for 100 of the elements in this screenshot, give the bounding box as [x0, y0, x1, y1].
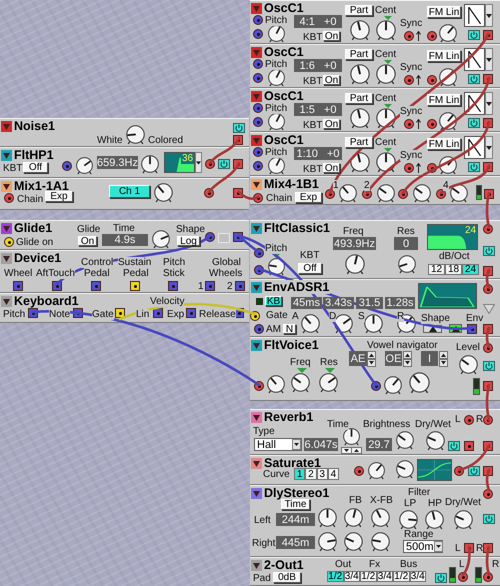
toggle-button[interactable]: Part	[345, 137, 373, 148]
knob[interactable]	[349, 151, 371, 173]
collapse-triangle-icon[interactable]	[251, 488, 262, 499]
input-jack[interactable]	[253, 103, 263, 113]
dropdown-field[interactable]: Hall	[254, 438, 302, 451]
knob[interactable]	[458, 354, 479, 375]
input-jack[interactable]	[253, 15, 263, 25]
segment-button[interactable]: 1/2	[327, 571, 344, 582]
knob[interactable]	[425, 430, 446, 451]
input-jack[interactable]	[404, 75, 414, 85]
input-jack[interactable]	[354, 466, 364, 476]
knob[interactable]	[453, 509, 474, 530]
power-button[interactable]	[218, 159, 230, 169]
input-jack[interactable]	[404, 31, 414, 41]
power-button[interactable]	[468, 162, 480, 172]
segment-button[interactable]: 3/4	[344, 571, 360, 582]
knob[interactable]	[438, 23, 458, 43]
knob[interactable]	[397, 254, 417, 274]
input-jack[interactable]	[253, 161, 263, 171]
knob[interactable]	[342, 427, 361, 446]
knob[interactable]	[367, 461, 386, 480]
knob[interactable]	[424, 509, 445, 530]
knob[interactable]	[395, 459, 415, 479]
knob[interactable]	[290, 372, 311, 393]
input-jack[interactable]	[254, 324, 264, 334]
knob[interactable]	[343, 507, 364, 528]
spinner-control[interactable]	[439, 351, 448, 367]
knob[interactable]	[140, 154, 160, 174]
knob[interactable]	[375, 63, 397, 85]
output-jack[interactable]	[115, 308, 125, 318]
spinner-control[interactable]	[403, 351, 412, 367]
knob[interactable]	[267, 112, 286, 131]
input-jack[interactable]	[4, 193, 14, 203]
knob[interactable]	[376, 183, 396, 203]
knob[interactable]	[338, 183, 358, 203]
knob[interactable]	[383, 375, 403, 395]
toggle-button[interactable]: KB	[265, 296, 282, 306]
toggle-button[interactable]: N	[283, 324, 296, 334]
toggle-button[interactable]: On	[323, 31, 340, 41]
toggle-button[interactable]: Part	[345, 93, 373, 104]
input-jack[interactable]	[427, 75, 437, 85]
knob[interactable]	[375, 151, 397, 173]
collapse-triangle-icon[interactable]	[251, 179, 262, 190]
knob[interactable]	[267, 257, 286, 276]
knob[interactable]	[349, 63, 371, 85]
toggle-button[interactable]: Exp	[295, 192, 322, 203]
power-button[interactable]	[435, 573, 447, 583]
segment-button[interactable]: 1/2	[360, 571, 376, 582]
knob[interactable]	[300, 313, 321, 334]
segment-button[interactable]: 1/2	[393, 571, 410, 582]
input-jack[interactable]	[483, 489, 493, 499]
stepper-control[interactable]	[341, 447, 362, 454]
toggle-button[interactable]: Part	[345, 49, 373, 60]
toggle-button[interactable]: 0dB	[273, 572, 301, 583]
dropdown-button[interactable]	[485, 4, 493, 27]
knob[interactable]	[408, 371, 431, 394]
knob[interactable]	[317, 531, 338, 552]
segment-button[interactable]: 4	[328, 468, 339, 480]
collapse-triangle-icon[interactable]	[251, 282, 262, 293]
collapse-triangle-icon[interactable]	[251, 340, 262, 351]
knob[interactable]	[438, 67, 458, 87]
knob[interactable]	[438, 111, 458, 131]
collapse-triangle-icon[interactable]	[1, 150, 12, 161]
knob[interactable]	[438, 155, 458, 175]
dropdown-field[interactable]: 500m	[403, 540, 443, 553]
knob[interactable]	[317, 507, 338, 528]
toggle-button[interactable]: On	[323, 163, 340, 173]
segment-button[interactable]: 18	[445, 264, 462, 275]
collapse-triangle-icon[interactable]	[1, 253, 12, 264]
power-button[interactable]	[468, 74, 480, 84]
segment-button[interactable]: 2	[305, 468, 316, 480]
knob[interactable]	[318, 372, 339, 393]
power-button[interactable]	[468, 118, 480, 128]
segment-button[interactable]: 12	[428, 264, 445, 275]
input-jack[interactable]	[464, 415, 474, 425]
dropdown-button[interactable]	[485, 92, 493, 115]
toggle-button[interactable]: Part	[345, 5, 373, 16]
collapse-triangle-icon[interactable]	[251, 412, 262, 423]
knob[interactable]	[153, 182, 174, 203]
toggle-button[interactable]: On	[323, 75, 340, 85]
knob[interactable]	[449, 183, 469, 203]
knob[interactable]	[349, 19, 371, 41]
power-button[interactable]	[483, 514, 495, 524]
power-button[interactable]	[483, 246, 495, 256]
knob[interactable]	[395, 430, 415, 450]
knob[interactable]	[125, 124, 146, 145]
collapse-triangle-icon[interactable]	[251, 223, 262, 234]
input-jack[interactable]	[253, 73, 263, 83]
knob[interactable]	[267, 24, 286, 43]
knob[interactable]	[267, 68, 286, 87]
output-jack[interactable]	[130, 281, 140, 291]
collapse-triangle-icon[interactable]	[1, 296, 12, 307]
input-jack[interactable]	[427, 31, 437, 41]
knob[interactable]	[363, 313, 384, 334]
segment-button[interactable]: 3/4	[376, 571, 393, 582]
toggle-button[interactable]: FM Lin	[427, 94, 461, 106]
collapse-triangle-icon[interactable]	[251, 560, 262, 571]
toggle-button[interactable]: Off	[23, 162, 48, 173]
power-button[interactable]	[448, 441, 460, 451]
power-button[interactable]	[483, 361, 495, 371]
